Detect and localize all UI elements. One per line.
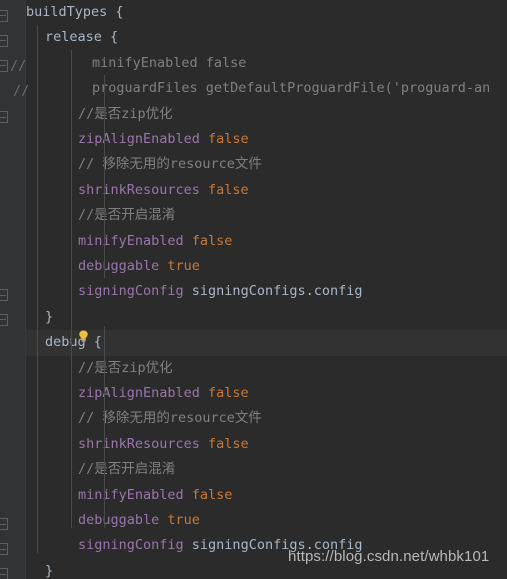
code-token-comment: //是否开启混淆 xyxy=(78,461,176,478)
code-line[interactable]: //是否zip优化 xyxy=(26,356,507,381)
code-line[interactable]: } xyxy=(26,305,507,330)
code-token-method: minifyEnabled xyxy=(78,486,192,503)
gutter-comment-slashes: // xyxy=(10,58,27,74)
code-fold-end-icon[interactable] xyxy=(0,543,8,555)
code-token-comment: minifyEnabled false xyxy=(92,54,247,71)
code-content-area[interactable]: buildTypes {release {minifyEnabled false… xyxy=(26,0,507,579)
code-line[interactable]: zipAlignEnabled false xyxy=(26,381,507,406)
code-token-method: signingConfig xyxy=(78,537,192,554)
code-line[interactable]: shrinkResources false xyxy=(26,178,507,203)
indent-guide xyxy=(71,50,72,528)
code-token-method: minifyEnabled xyxy=(78,232,192,249)
code-line[interactable]: debuggable true xyxy=(26,508,507,533)
code-token-method: shrinkResources xyxy=(78,181,209,198)
code-token-comment: //是否zip优化 xyxy=(78,105,173,122)
code-token-method: zipAlignEnabled xyxy=(78,131,209,147)
code-fold-open-icon[interactable] xyxy=(0,10,8,22)
indent-guide xyxy=(104,75,105,278)
code-token-keyword: false xyxy=(208,385,249,401)
code-token-brace: } xyxy=(45,308,54,325)
code-token-comment: proguardFiles getDefaultProguardFile('pr… xyxy=(92,80,491,97)
code-line[interactable]: //是否zip优化 xyxy=(26,102,507,127)
code-token-keyword: false xyxy=(208,181,249,198)
gutter-comment-slashes: // xyxy=(13,83,30,99)
code-line[interactable]: // 移除无用的resource文件 xyxy=(26,152,507,177)
code-token-keyword: false xyxy=(191,232,233,249)
code-fold-end-icon[interactable] xyxy=(0,518,8,530)
code-fold-end-icon[interactable] xyxy=(0,289,8,301)
code-line[interactable]: minifyEnabled false xyxy=(26,483,507,508)
watermark-url: https://blog.csdn.net/whbk101 xyxy=(288,548,490,565)
code-editor-window: //// buildTypes {release {minifyEnabled … xyxy=(0,0,507,579)
code-line[interactable]: // 移除无用的resource文件 xyxy=(26,406,507,431)
code-line[interactable]: //是否开启混淆 xyxy=(26,203,507,228)
code-line[interactable]: shrinkResources false xyxy=(26,432,507,457)
code-token-plain: buildTypes xyxy=(26,4,116,20)
code-token-keyword: false xyxy=(191,486,233,503)
code-fold-open-icon[interactable] xyxy=(0,314,8,326)
code-token-brace: { xyxy=(110,29,119,46)
code-token-comment: //是否zip优化 xyxy=(78,359,173,376)
code-line[interactable]: debug { xyxy=(26,330,507,356)
code-line[interactable]: release { xyxy=(26,25,507,50)
code-token-comment: // 移除无用的resource文件 xyxy=(78,156,262,173)
code-line[interactable]: buildTypes { xyxy=(26,0,507,25)
code-token-keyword: true xyxy=(167,258,200,274)
code-fold-open-icon[interactable] xyxy=(0,35,8,47)
indent-guide xyxy=(37,25,38,553)
code-line[interactable]: proguardFiles getDefaultProguardFile('pr… xyxy=(26,76,507,101)
code-fold-end-icon[interactable] xyxy=(0,111,8,123)
code-token-brace: { xyxy=(93,334,102,351)
code-line[interactable]: debuggable true xyxy=(26,254,507,279)
code-token-brace: } xyxy=(45,562,54,579)
code-line[interactable]: //是否开启混淆 xyxy=(26,457,507,482)
code-token-brace: { xyxy=(115,4,124,20)
code-token-comment: //是否开启混淆 xyxy=(78,207,176,224)
code-line[interactable]: minifyEnabled false xyxy=(26,229,507,254)
code-token-keyword: true xyxy=(167,512,200,528)
code-token-comment: // 移除无用的resource文件 xyxy=(78,410,262,427)
code-token-method: debuggable xyxy=(78,512,168,528)
code-fold-open-icon[interactable] xyxy=(0,60,8,72)
code-token-plain: release xyxy=(45,29,111,46)
code-token-method: signingConfig xyxy=(78,283,192,300)
code-token-plain: signingConfigs.config xyxy=(191,283,363,300)
code-line[interactable]: zipAlignEnabled false xyxy=(26,127,507,152)
code-token-keyword: false xyxy=(208,435,249,452)
code-token-method: shrinkResources xyxy=(78,435,209,452)
intention-lightbulb-icon[interactable] xyxy=(78,330,89,343)
code-token-method: zipAlignEnabled xyxy=(78,385,209,401)
code-line[interactable]: signingConfig signingConfigs.config xyxy=(26,279,507,304)
code-fold-end-icon[interactable] xyxy=(0,568,8,579)
code-line[interactable]: minifyEnabled false xyxy=(26,51,507,76)
code-token-keyword: false xyxy=(208,131,249,147)
indent-guide xyxy=(104,326,105,528)
code-token-method: debuggable xyxy=(78,258,168,274)
